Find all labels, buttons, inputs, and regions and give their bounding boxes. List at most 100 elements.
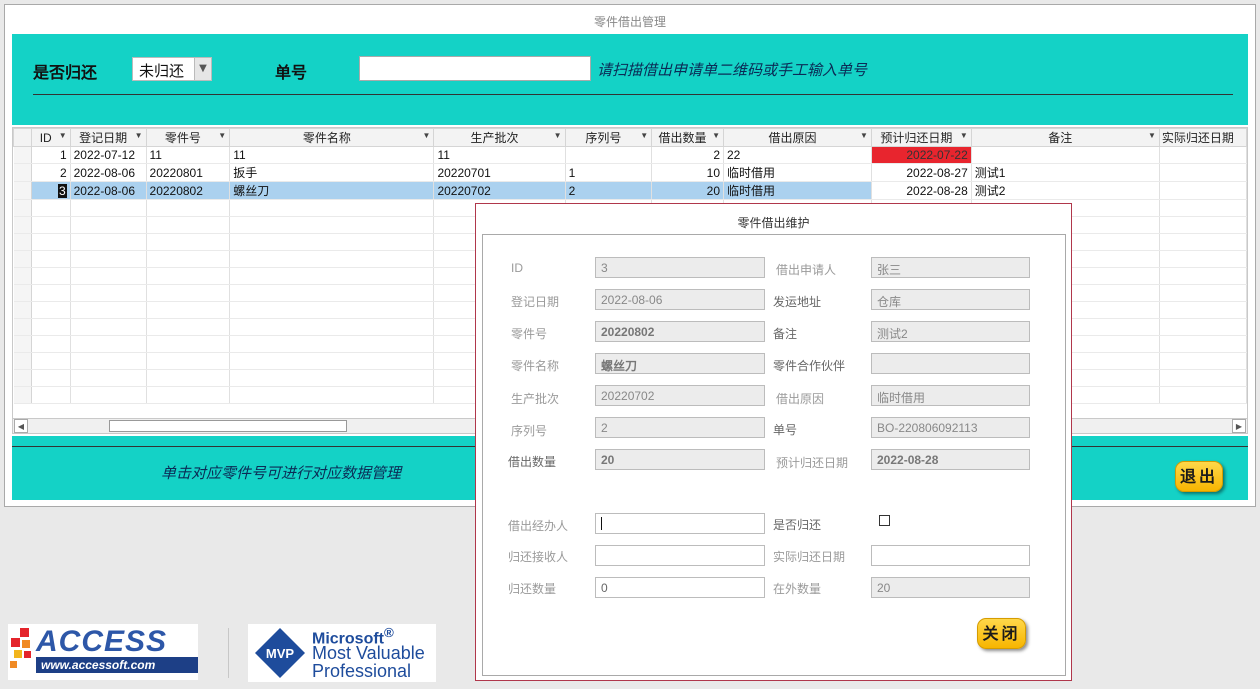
order-number-input[interactable] [359, 56, 591, 81]
part-no-field[interactable]: 20220802 [595, 321, 765, 342]
outstanding-field[interactable]: 20 [871, 577, 1030, 598]
returned-filter-select[interactable]: 未归还 ▼ [132, 57, 212, 81]
serial-field[interactable]: 2 [595, 417, 765, 438]
batch-field[interactable]: 20220702 [595, 385, 765, 406]
cell-reg-date[interactable]: 2022-07-12 [70, 146, 147, 164]
cell-part-no[interactable]: 20220801 [146, 163, 231, 182]
column-header-actual-return[interactable]: 实际归还日期 [1158, 128, 1247, 147]
exit-button[interactable]: 退出 [1175, 461, 1223, 492]
cell-actual-return[interactable] [1159, 163, 1247, 182]
column-header-id[interactable]: ID ▼ [30, 128, 71, 147]
sort-arrow-icon[interactable]: ▼ [640, 131, 648, 140]
cell-part-name[interactable]: 11 [229, 146, 435, 164]
returned-checkbox[interactable] [879, 515, 890, 526]
cell-reason[interactable]: 22 [723, 146, 872, 164]
ship-address-field[interactable]: 仓库 [871, 289, 1030, 310]
cell-id[interactable]: 3 [31, 181, 71, 200]
part-name-field[interactable]: 螺丝刀 [595, 353, 765, 374]
cell-expected-return[interactable]: 2022-08-28 [871, 181, 972, 200]
remark-field[interactable]: 测试2 [871, 321, 1030, 342]
return-qty-input[interactable]: 0 [595, 577, 765, 598]
scroll-right-icon[interactable]: ▶ [1232, 419, 1246, 433]
row-selector[interactable] [13, 181, 32, 200]
column-header-qty[interactable]: 借出数量 ▼ [651, 128, 724, 147]
cell-reason[interactable]: 临时借用 [723, 181, 872, 200]
cell-reason[interactable]: 临时借用 [723, 163, 872, 182]
header-divider [33, 94, 1233, 95]
select-all-corner[interactable] [13, 128, 32, 147]
return-qty-label: 归还数量 [508, 582, 557, 596]
reg-date-field[interactable]: 2022-08-06 [595, 289, 765, 310]
column-header-remark[interactable]: 备注 ▼ [970, 128, 1160, 147]
cell-remark[interactable]: 测试1 [971, 163, 1160, 182]
part-name-label: 零件名称 [511, 359, 560, 373]
column-header-serial[interactable]: 序列号 ▼ [564, 128, 653, 147]
column-header-expected-return[interactable]: 预计归还日期 ▼ [870, 128, 972, 147]
cell-expected-return-overdue[interactable]: 2022-07-22 [871, 146, 972, 164]
cell-id[interactable]: 2 [31, 163, 71, 182]
sort-arrow-icon[interactable]: ▼ [554, 131, 562, 140]
row-selector [13, 250, 32, 268]
cell-part-no[interactable]: 20220802 [146, 181, 231, 200]
outstanding-label: 在外数量 [773, 582, 822, 596]
sort-arrow-icon[interactable]: ▼ [1148, 131, 1156, 140]
column-header-reason[interactable]: 借出原因 ▼ [723, 128, 872, 147]
close-button[interactable]: 关闭 [977, 618, 1026, 649]
sort-arrow-icon[interactable]: ▼ [218, 131, 226, 140]
footer-hint: 单击对应零件号可进行对应数据管理 [161, 464, 402, 482]
cell-serial[interactable]: 2 [565, 181, 653, 200]
cell-qty[interactable]: 2 [651, 146, 724, 164]
applicant-field[interactable]: 张三 [871, 257, 1030, 278]
order-no-field[interactable]: BO-220806092113 [871, 417, 1030, 438]
cell-expected-return[interactable]: 2022-08-27 [871, 163, 972, 182]
cell-actual-return[interactable] [1159, 146, 1247, 164]
table-row-selected[interactable]: 3 2022-08-06 20220802 螺丝刀 20220702 2 20 … [13, 181, 1247, 200]
cell-id[interactable]: 1 [31, 146, 71, 164]
column-header-part-name[interactable]: 零件名称 ▼ [229, 128, 435, 147]
chevron-down-icon[interactable]: ▼ [194, 58, 211, 80]
cell-serial[interactable]: 1 [565, 163, 653, 182]
column-header-part-no[interactable]: 零件号 ▼ [145, 128, 231, 147]
column-header-batch[interactable]: 生产批次 ▼ [433, 128, 566, 147]
filter-arrow-icon[interactable]: ▼ [423, 131, 431, 140]
row-selector [13, 335, 32, 353]
cell-actual-return[interactable] [1159, 181, 1247, 200]
cell-batch[interactable]: 20220701 [433, 163, 566, 182]
column-header-reg-date[interactable]: 登记日期 ▼ [69, 128, 147, 147]
svg-text:MVP: MVP [266, 646, 295, 661]
filter-arrow-icon[interactable]: ▼ [960, 131, 968, 140]
reason-field[interactable]: 临时借用 [871, 385, 1030, 406]
scroll-left-icon[interactable]: ◀ [14, 419, 28, 433]
sort-arrow-icon[interactable]: ▼ [59, 131, 67, 140]
qty-field[interactable]: 20 [595, 449, 765, 470]
filter-header: 是否归还 未归还 ▼ 单号 请扫描借出申请单二维码或手工输入单号 [12, 34, 1248, 125]
row-selector[interactable] [13, 146, 32, 164]
cell-part-no[interactable]: 11 [146, 146, 231, 164]
cell-batch[interactable]: 11 [433, 146, 566, 164]
sort-arrow-icon[interactable]: ▼ [860, 131, 868, 140]
cell-batch[interactable]: 20220702 [433, 181, 566, 200]
sort-arrow-icon[interactable]: ▼ [135, 131, 143, 140]
sort-arrow-icon[interactable]: ▼ [712, 131, 720, 140]
scrollbar-thumb[interactable] [109, 420, 347, 432]
actual-return-input[interactable] [871, 545, 1030, 566]
receiver-input[interactable] [595, 545, 765, 566]
cell-serial[interactable] [565, 146, 653, 164]
row-selector [13, 318, 32, 336]
cell-qty[interactable]: 20 [651, 181, 724, 200]
row-selector[interactable] [13, 163, 32, 182]
partner-field[interactable] [871, 353, 1030, 374]
table-row[interactable]: 1 2022-07-12 11 11 11 2 22 2022-07-22 [13, 146, 1247, 164]
table-row[interactable]: 2 2022-08-06 20220801 扳手 20220701 1 10 临… [13, 163, 1247, 182]
expected-return-field[interactable]: 2022-08-28 [871, 449, 1030, 470]
cell-reg-date[interactable]: 2022-08-06 [70, 181, 147, 200]
cell-part-name[interactable]: 螺丝刀 [229, 181, 435, 200]
cell-qty[interactable]: 10 [651, 163, 724, 182]
cell-reg-date[interactable]: 2022-08-06 [70, 163, 147, 182]
cell-remark[interactable] [971, 146, 1160, 164]
handler-input[interactable] [595, 513, 765, 534]
order-no-label: 单号 [773, 423, 798, 437]
cell-part-name[interactable]: 扳手 [229, 163, 435, 182]
id-field[interactable]: 3 [595, 257, 765, 278]
cell-remark[interactable]: 测试2 [971, 181, 1160, 200]
